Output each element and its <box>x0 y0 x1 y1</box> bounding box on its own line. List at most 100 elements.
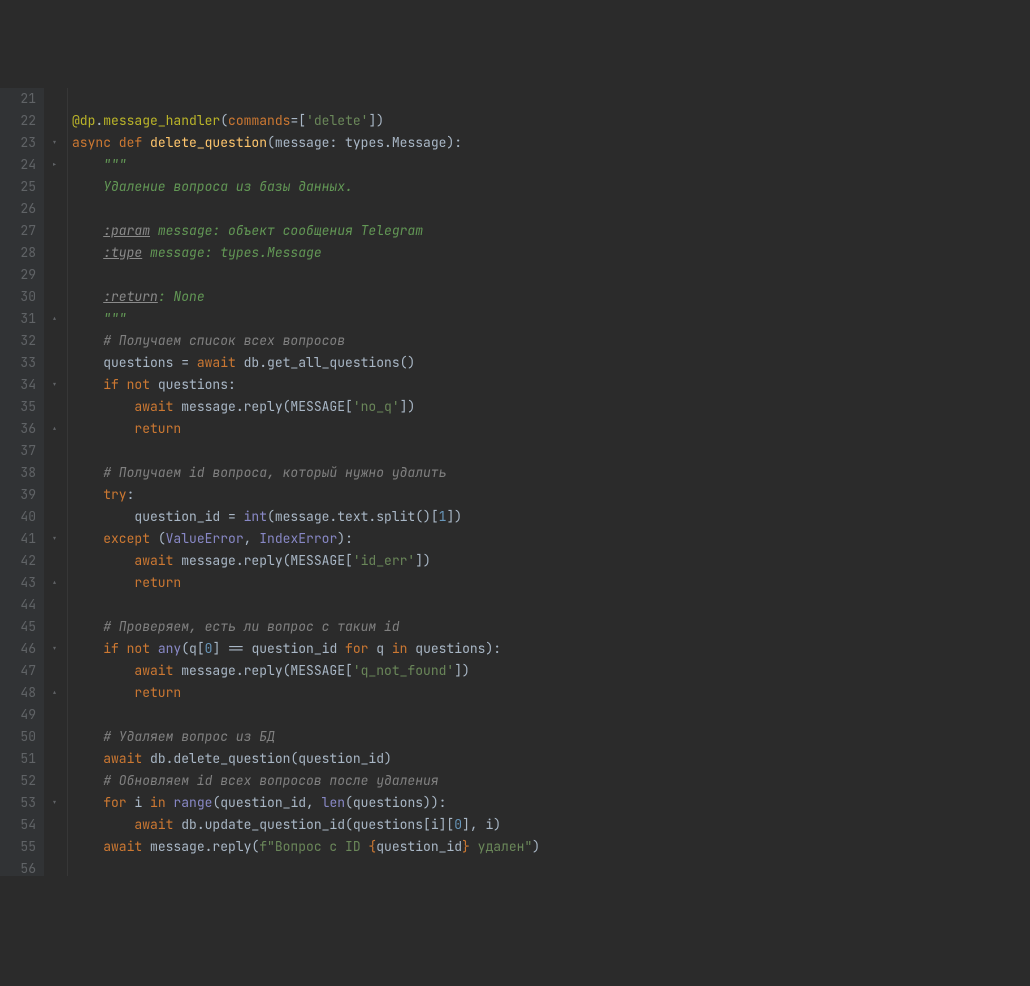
code-line[interactable]: for i in range(question_id, len(question… <box>72 792 1030 814</box>
token-doctag: :param <box>103 222 150 239</box>
fold-toggle-icon[interactable]: ▸ <box>48 158 61 171</box>
token-builtin: ValueError <box>166 530 244 547</box>
token-docq: message: types.Message <box>142 244 321 261</box>
code-line[interactable]: question_id = int(message.text.split()[1… <box>72 506 1030 528</box>
line-number: 35 <box>0 396 36 418</box>
token-op: questions = <box>103 354 197 371</box>
code-line[interactable] <box>72 264 1030 286</box>
line-number: 33 <box>0 352 36 374</box>
line-number: 36 <box>0 418 36 440</box>
token-op: db.get_all_questions() <box>244 354 416 371</box>
code-line[interactable]: Удаление вопроса из базы данных. <box>72 176 1030 198</box>
line-number: 27 <box>0 220 36 242</box>
token-op: ): <box>337 530 353 547</box>
line-number: 41 <box>0 528 36 550</box>
code-line[interactable]: :type message: types.Message <box>72 242 1030 264</box>
token-kw: return <box>134 420 181 437</box>
token-kw: return <box>134 574 181 591</box>
code-line[interactable]: # Получаем список всех вопросов <box>72 330 1030 352</box>
token-param: message <box>275 134 330 151</box>
fold-toggle-icon[interactable]: ▾ <box>48 136 61 149</box>
token-str: 'id_err' <box>353 552 415 569</box>
code-editor[interactable]: 2122232425262728293031323334353637383940… <box>0 88 1030 876</box>
line-number: 28 <box>0 242 36 264</box>
fold-toggle-icon[interactable]: ▴ <box>48 422 61 435</box>
code-line[interactable] <box>72 440 1030 462</box>
line-number-gutter: 2122232425262728293031323334353637383940… <box>0 88 44 876</box>
token-docq: """ <box>103 156 126 173</box>
line-number: 51 <box>0 748 36 770</box>
line-number: 42 <box>0 550 36 572</box>
code-line[interactable]: await message.reply(MESSAGE['q_not_found… <box>72 660 1030 682</box>
token-doctag: :type <box>103 244 142 261</box>
code-line[interactable] <box>72 594 1030 616</box>
code-line[interactable]: return <box>72 572 1030 594</box>
fold-toggle-icon[interactable]: ▾ <box>48 642 61 655</box>
fold-toggle-icon[interactable]: ▾ <box>48 532 61 545</box>
token-op: (questions)): <box>345 794 446 811</box>
code-area[interactable]: @dp.message_handler(commands=['delete'])… <box>68 88 1030 876</box>
code-line[interactable] <box>72 704 1030 726</box>
code-line[interactable]: @dp.message_handler(commands=['delete']) <box>72 110 1030 132</box>
code-line[interactable]: :param message: объект сообщения Telegra… <box>72 220 1030 242</box>
token-builtin: range <box>173 794 212 811</box>
line-number: 26 <box>0 198 36 220</box>
line-number: 44 <box>0 594 36 616</box>
token-kw: for <box>103 794 134 811</box>
line-number: 43 <box>0 572 36 594</box>
code-line[interactable]: await db.update_question_id(questions[i]… <box>72 814 1030 836</box>
token-op: , <box>244 530 260 547</box>
line-number: 56 <box>0 858 36 880</box>
code-line[interactable]: try: <box>72 484 1030 506</box>
code-line[interactable] <box>72 858 1030 880</box>
code-line[interactable]: if not any(q[0] == question_id for q in … <box>72 638 1030 660</box>
token-str: 'q_not_found' <box>353 662 454 679</box>
line-number: 53 <box>0 792 36 814</box>
fold-toggle-icon[interactable]: ▾ <box>48 796 61 809</box>
code-line[interactable]: await message.reply(f"Вопрос с ID {quest… <box>72 836 1030 858</box>
line-number: 30 <box>0 286 36 308</box>
fold-toggle-icon[interactable]: ▴ <box>48 686 61 699</box>
token-docq: message: объект сообщения Telegram <box>150 222 423 239</box>
line-number: 40 <box>0 506 36 528</box>
code-line[interactable]: await db.delete_question(question_id) <box>72 748 1030 770</box>
code-line[interactable]: # Получаем id вопроса, который нужно уда… <box>72 462 1030 484</box>
line-number: 29 <box>0 264 36 286</box>
code-line[interactable]: return <box>72 418 1030 440</box>
token-builtin: IndexError <box>259 530 337 547</box>
code-line[interactable]: questions = await db.get_all_questions() <box>72 352 1030 374</box>
token-op: question_id = <box>134 508 243 525</box>
code-line[interactable] <box>72 198 1030 220</box>
token-fstr-brace: { <box>368 838 376 855</box>
line-number: 32 <box>0 330 36 352</box>
code-line[interactable]: """ <box>72 308 1030 330</box>
token-op: message.reply(MESSAGE[ <box>181 552 353 569</box>
code-line[interactable]: if not questions: <box>72 374 1030 396</box>
code-line[interactable]: return <box>72 682 1030 704</box>
fold-toggle-icon[interactable]: ▴ <box>48 312 61 325</box>
fold-toggle-icon[interactable]: ▴ <box>48 576 61 589</box>
token-op: : types.Message): <box>329 134 462 151</box>
token-op: questions: <box>158 376 236 393</box>
fold-toggle-icon[interactable]: ▾ <box>48 378 61 391</box>
token-op: (message.text.split()[ <box>267 508 439 525</box>
token-num: 0 <box>454 816 462 833</box>
line-number: 25 <box>0 176 36 198</box>
token-builtin: len <box>322 794 345 811</box>
fold-column[interactable]: ▾ ▸ ▴ ▾ ▴ ▾ ▴ ▾ ▴ ▾ <box>44 88 68 876</box>
code-line[interactable]: """ <box>72 154 1030 176</box>
code-line[interactable]: :return: None <box>72 286 1030 308</box>
code-line[interactable]: async def delete_question(message: types… <box>72 132 1030 154</box>
token-str: 'no_q' <box>353 398 400 415</box>
code-line[interactable]: # Проверяем, есть ли вопрос с таким id <box>72 616 1030 638</box>
code-line[interactable] <box>72 88 1030 110</box>
code-line[interactable]: # Обновляем id всех вопросов после удале… <box>72 770 1030 792</box>
token-op: ], i) <box>462 816 501 833</box>
code-line[interactable]: await message.reply(MESSAGE['no_q']) <box>72 396 1030 418</box>
code-line[interactable]: except (ValueError, IndexError): <box>72 528 1030 550</box>
token-kw: in <box>150 794 173 811</box>
code-line[interactable]: await message.reply(MESSAGE['id_err']) <box>72 550 1030 572</box>
code-line[interactable]: # Удаляем вопрос из БД <box>72 726 1030 748</box>
line-number: 48 <box>0 682 36 704</box>
token-builtin: int <box>244 508 267 525</box>
